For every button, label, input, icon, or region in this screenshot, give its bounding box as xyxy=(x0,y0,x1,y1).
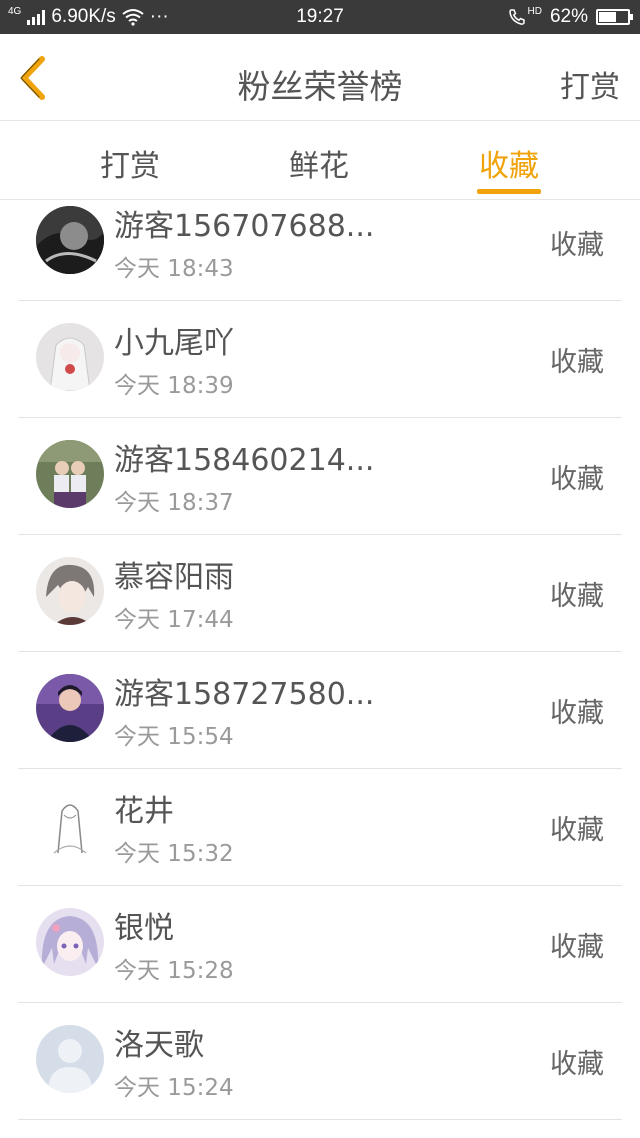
status-right: HD 62% xyxy=(508,5,633,28)
fan-name: 游客158727580... xyxy=(114,677,375,712)
fan-action: 收藏 xyxy=(550,698,604,729)
fan-name: 花井 xyxy=(114,794,174,829)
fan-action: 收藏 xyxy=(550,932,604,963)
tab-reward[interactable]: 打赏 xyxy=(100,141,160,185)
fan-action: 收藏 xyxy=(550,815,604,846)
fan-name: 银悦 xyxy=(114,911,174,946)
list-item[interactable]: 花井 今天 15:32 收藏 xyxy=(18,768,622,886)
fan-time: 今天 15:54 xyxy=(114,724,234,750)
fan-action: 收藏 xyxy=(550,464,604,495)
fan-time: 今天 15:24 xyxy=(114,1075,234,1101)
battery-fill xyxy=(599,12,617,22)
avatar[interactable] xyxy=(36,674,104,742)
fan-name: 洛天歌 xyxy=(114,1028,204,1063)
avatar[interactable] xyxy=(36,791,104,859)
avatar[interactable] xyxy=(36,908,104,976)
fan-name: 慕容阳雨 xyxy=(114,560,234,595)
header-bar: 粉丝荣誉榜 打赏 xyxy=(0,34,640,121)
tab-favorites[interactable]: 收藏 xyxy=(479,141,539,185)
fan-name: 小九尾吖 xyxy=(114,326,234,361)
fan-time: 今天 15:28 xyxy=(114,958,234,984)
fan-name: 游客158460214... xyxy=(114,443,375,478)
tab-bar: 打赏 鲜花 收藏 xyxy=(0,121,640,200)
avatar[interactable] xyxy=(36,206,104,274)
list-item[interactable]: 游客158460214... 今天 18:37 收藏 xyxy=(18,417,622,535)
status-bar: 4G 6.90K/s ··· 19:27 HD 62% xyxy=(0,0,640,34)
fan-action: 收藏 xyxy=(550,1049,604,1080)
avatar[interactable] xyxy=(36,1025,104,1093)
avatar[interactable] xyxy=(36,440,104,508)
battery-percent: 62% xyxy=(549,6,588,27)
fan-action: 收藏 xyxy=(550,347,604,378)
avatar[interactable] xyxy=(36,323,104,391)
list-item[interactable]: 慕容阳雨 今天 17:44 收藏 xyxy=(18,534,622,652)
fan-name: 游客156707688... xyxy=(114,209,375,244)
page-title: 粉丝荣誉榜 xyxy=(237,67,403,106)
hd-badge: HD xyxy=(527,5,542,17)
list-item[interactable]: 游客158727580... 今天 15:54 收藏 xyxy=(18,651,622,769)
phone-icon xyxy=(508,9,525,25)
list-item[interactable]: 游客156707688... 今天 18:43 收藏 xyxy=(18,200,622,301)
active-tab-indicator xyxy=(477,189,541,194)
fan-action: 收藏 xyxy=(550,581,604,612)
avatar[interactable] xyxy=(36,557,104,625)
battery-icon xyxy=(596,9,633,25)
list-item[interactable]: 银悦 今天 15:28 收藏 xyxy=(18,885,622,1003)
reward-button[interactable]: 打赏 xyxy=(560,62,620,106)
fan-time: 今天 15:32 xyxy=(114,841,234,867)
list-item[interactable]: 小九尾吖 今天 18:39 收藏 xyxy=(18,300,622,418)
fan-time: 今天 18:39 xyxy=(114,373,234,399)
tab-flowers[interactable]: 鲜花 xyxy=(289,141,349,185)
list-item[interactable]: 洛天歌 今天 15:24 收藏 xyxy=(18,1002,622,1120)
fan-time: 今天 18:37 xyxy=(114,490,234,516)
fan-list: 游客156707688... 今天 18:43 收藏 小九尾吖 今天 18:39… xyxy=(0,200,640,1138)
fan-action: 收藏 xyxy=(550,230,604,261)
fan-time: 今天 18:43 xyxy=(114,256,234,282)
fan-time: 今天 17:44 xyxy=(114,607,234,633)
